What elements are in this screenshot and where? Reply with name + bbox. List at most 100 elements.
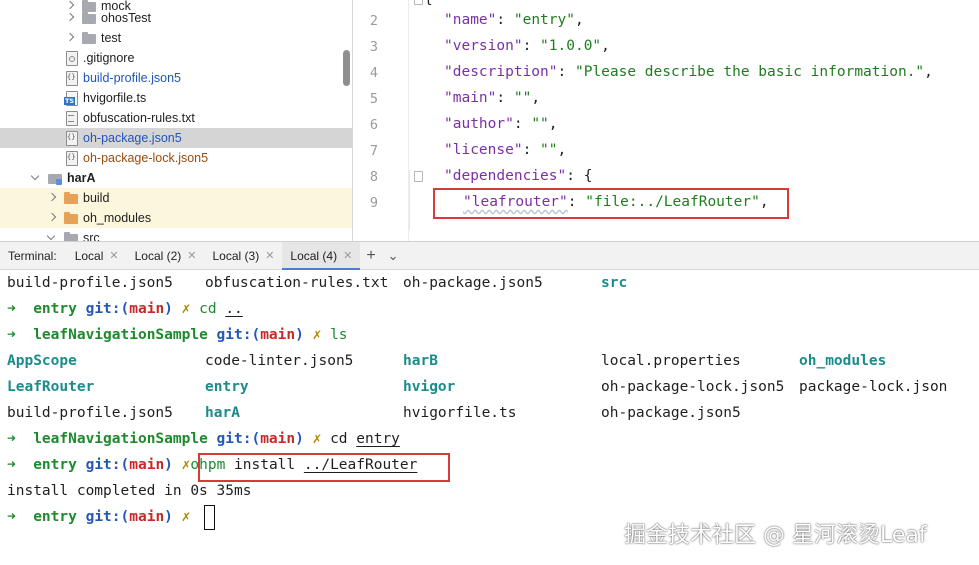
tree-item[interactable]: obfuscation-rules.txt: [0, 108, 352, 128]
file-entry: obfuscation-rules.txt: [205, 275, 389, 291]
tree-item[interactable]: build-profile.json5: [0, 68, 352, 88]
file-entry: build-profile.json5: [7, 405, 173, 421]
tab-label: Local (4): [290, 248, 338, 263]
chevron-down-icon[interactable]: [30, 172, 42, 184]
close-icon[interactable]: ✕: [109, 249, 118, 262]
chevron-right-icon[interactable]: [64, 32, 76, 44]
code-punct: ,: [557, 142, 567, 158]
json-value: "": [513, 90, 532, 106]
json-key: "main": [444, 90, 497, 106]
line-number: 9: [369, 195, 378, 211]
chevron-down-icon[interactable]: [46, 232, 58, 241]
tree-item[interactable]: .gitignore: [0, 48, 352, 68]
terminal-prompt: ➜ entry git:(main) ✗: [7, 509, 190, 535]
code-punct: ,: [548, 116, 558, 132]
line-number: 4: [369, 65, 378, 81]
code-editor[interactable]: 2 3 4 5 6 7 8 9 { "name": "entry", "vers…: [354, 0, 979, 241]
dir-entry: LeafRouter: [7, 379, 95, 395]
git-branch: main: [129, 509, 165, 525]
file-entry: package-lock.json: [799, 379, 948, 395]
tree-item-label: hvigorfile.ts: [83, 91, 147, 105]
close-icon[interactable]: ✕: [343, 249, 352, 262]
tree-item[interactable]: test: [0, 28, 352, 48]
line-number: 6: [369, 117, 378, 133]
tree-item[interactable]: oh_modules: [0, 208, 352, 228]
file-entry: oh-package-lock.json5: [601, 379, 785, 395]
file-entry: hvigorfile.ts: [403, 405, 517, 421]
prompt-arrow-icon: ➜: [7, 431, 16, 447]
git-label: ): [164, 509, 173, 525]
tab-local[interactable]: Local ✕: [67, 242, 127, 270]
chevron-right-icon[interactable]: [46, 192, 58, 204]
chevron-right-icon[interactable]: [64, 12, 76, 24]
terminal-title: Terminal:: [8, 248, 57, 263]
indent-guide: [409, 170, 410, 230]
git-label: ): [295, 431, 304, 447]
prompt-arrow-icon: ➜: [7, 457, 16, 473]
tree-item-label: ohosTest: [101, 11, 152, 25]
tree-item[interactable]: src: [0, 228, 352, 241]
tree-item-label: build: [83, 191, 110, 205]
json-key: "license": [444, 142, 523, 158]
git-label: ): [164, 457, 173, 473]
fold-marker-icon[interactable]: [414, 171, 423, 182]
gitignore-file-icon: [64, 51, 78, 66]
file-entry: oh-package.json5: [601, 405, 741, 421]
json-file-icon: [64, 71, 78, 86]
tree-item-label: .gitignore: [83, 51, 135, 65]
json-file-icon: [64, 131, 78, 146]
folder-grey-icon: [82, 11, 96, 25]
tab-local-4[interactable]: Local (4) ✕: [282, 241, 361, 271]
prompt-arrow-icon: ➜: [7, 327, 16, 343]
tree-item-label: test: [101, 31, 122, 45]
json-key: "description": [444, 64, 558, 80]
tree-item-label: harA: [67, 171, 96, 185]
watermark: 掘金技术社区 @ 星河滚烫Leaf: [624, 523, 927, 548]
tab-local-2[interactable]: Local (2) ✕: [127, 242, 205, 270]
prompt-dir: entry: [33, 457, 77, 473]
dir-entry: AppScope: [7, 353, 77, 369]
fold-marker-icon[interactable]: [414, 0, 423, 5]
dir-entry: harA: [205, 405, 240, 421]
tree-item[interactable]: oh-package-lock.json5: [0, 148, 352, 168]
file-entry: build-profile.json5: [7, 275, 173, 291]
tree-item[interactable]: oh-package.json5: [0, 128, 352, 148]
json-key: "author": [444, 116, 514, 132]
add-terminal-icon[interactable]: +: [360, 247, 381, 265]
prompt-dir: entry: [33, 301, 77, 317]
code-punct: ,: [924, 64, 933, 80]
dirty-mark-icon: ✗: [312, 327, 322, 343]
tree-item[interactable]: harA: [0, 168, 352, 188]
chevron-right-icon[interactable]: [46, 212, 58, 224]
chevron-down-icon[interactable]: ⌄: [382, 248, 405, 264]
tab-label: Local (3): [212, 248, 260, 263]
code-line: "author": "",: [444, 116, 558, 132]
json-key: "name": [444, 12, 497, 28]
tab-local-3[interactable]: Local (3) ✕: [205, 242, 283, 270]
terminal-prompt: ➜ leafNavigationSample git:(main) ✗ ls: [7, 327, 348, 353]
terminal-line: build-profile.json5 harA hvigorfile.ts o…: [7, 405, 741, 431]
code-line: "dependencies": {: [444, 168, 593, 184]
tree-item-label: oh-package.json5: [83, 131, 182, 145]
terminal-line: build-profile.json5 obfuscation-rules.tx…: [7, 275, 627, 301]
tree-item[interactable]: build: [0, 188, 352, 208]
dir-entry: hvigor: [403, 379, 456, 395]
git-label: git:(: [216, 431, 261, 447]
json-value: {: [583, 168, 593, 184]
terminal-cursor[interactable]: [204, 505, 215, 530]
close-icon[interactable]: ✕: [265, 249, 274, 262]
prompt-dir: leafNavigationSample: [33, 431, 208, 447]
close-icon[interactable]: ✕: [187, 249, 196, 262]
git-label: ): [295, 327, 304, 343]
line-number: 8: [369, 169, 378, 185]
tree-item[interactable]: hvigorfile.ts: [0, 88, 352, 108]
json-value: "": [540, 142, 558, 158]
dir-entry: entry: [205, 379, 249, 395]
tab-label: Local: [74, 248, 104, 263]
tree-item[interactable]: ohosTest: [0, 8, 352, 28]
prompt-arrow-icon: ➜: [7, 301, 16, 317]
git-label: ): [164, 301, 173, 317]
tree-scrollbar[interactable]: [343, 50, 350, 86]
command: ls: [330, 327, 348, 343]
folder-grey-icon: [64, 231, 78, 241]
